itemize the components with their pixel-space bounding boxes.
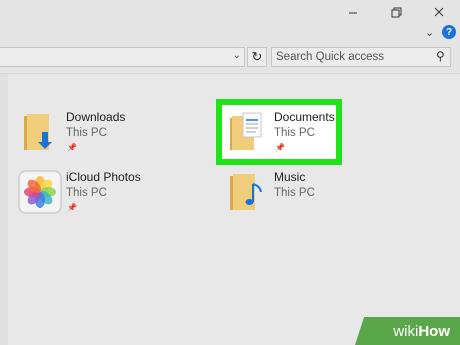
address-row: ⌄ ↻ Search Quick access ⚲ [0, 42, 460, 72]
documents-folder-icon [226, 110, 270, 154]
chevron-down-icon[interactable]: ⌄ [425, 26, 434, 39]
close-icon[interactable] [430, 3, 448, 21]
help-icon[interactable]: ? [442, 25, 456, 39]
item-location: This PC [66, 187, 107, 199]
item-name: Downloads [66, 110, 126, 124]
refresh-button[interactable]: ↻ [247, 47, 267, 67]
search-input[interactable]: Search Quick access ⚲ [271, 47, 451, 67]
item-name: Music [274, 170, 306, 184]
watermark-suffix: How [418, 323, 450, 340]
watermark-prefix: wiki [393, 323, 419, 340]
title-bar [0, 0, 460, 24]
watermark-logo: wikiHow [393, 323, 450, 340]
item-name: Documents [274, 110, 335, 124]
navigation-pane-edge [0, 74, 8, 345]
pin-icon: 📌 [67, 203, 77, 212]
pin-icon: 📌 [67, 143, 77, 152]
item-location: This PC [66, 127, 107, 139]
list-item[interactable]: iCloud Photos This PC 📌 [18, 170, 178, 218]
divider [0, 73, 460, 74]
icloud-photos-icon [18, 170, 62, 214]
search-placeholder: Search Quick access [276, 51, 385, 63]
pin-icon: 📌 [275, 143, 285, 152]
item-name: iCloud Photos [66, 170, 141, 184]
address-bar[interactable]: ⌄ [0, 47, 245, 67]
refresh-icon: ↻ [251, 49, 263, 64]
minimize-icon[interactable] [344, 3, 362, 21]
item-location: This PC [274, 187, 315, 199]
restore-icon[interactable] [387, 3, 405, 21]
list-item[interactable]: Documents This PC 📌 [226, 110, 336, 158]
search-icon: ⚲ [436, 49, 445, 63]
item-location: This PC [274, 127, 315, 139]
list-item[interactable]: Downloads This PC 📌 [18, 110, 178, 158]
chevron-down-icon[interactable]: ⌄ [233, 50, 241, 61]
music-folder-icon [226, 170, 270, 214]
ribbon-row: ⌄ ? [0, 24, 460, 42]
downloads-folder-icon [18, 110, 62, 154]
list-item[interactable]: Music This PC [226, 170, 336, 218]
